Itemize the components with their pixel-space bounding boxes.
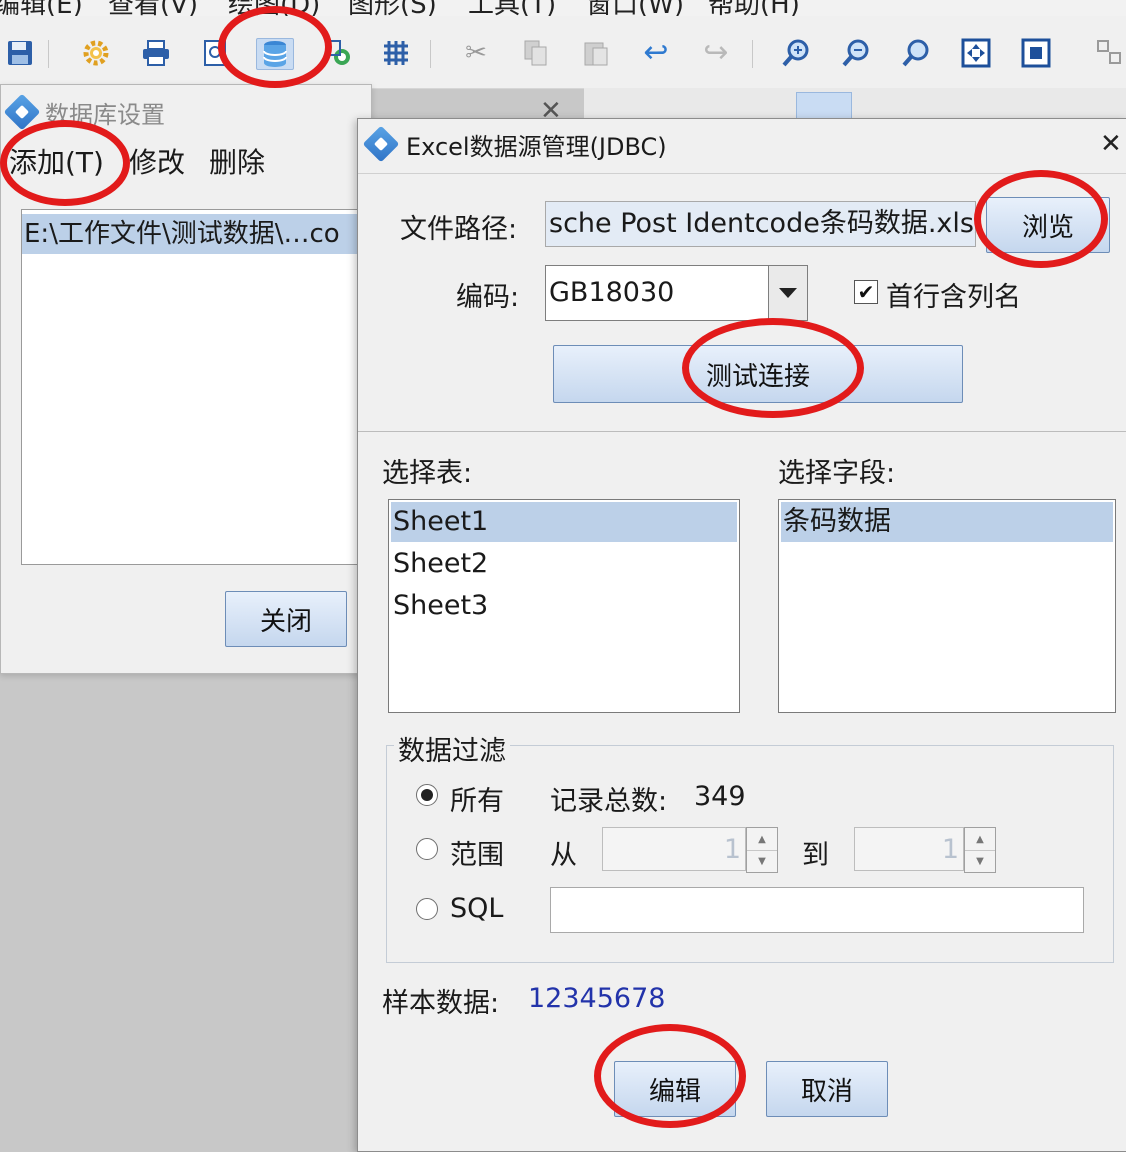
from-stepper[interactable]: ▲ ▼ bbox=[746, 827, 778, 873]
chevron-down-icon[interactable] bbox=[768, 265, 808, 321]
all-radio[interactable] bbox=[416, 784, 438, 806]
field-list[interactable]: 条码数据 bbox=[778, 499, 1116, 713]
select-table-label: 选择表: bbox=[382, 458, 473, 489]
grid-icon[interactable] bbox=[378, 38, 414, 68]
menu-tools[interactable]: 工具(T) bbox=[468, 0, 556, 16]
menu-bar: 编辑(E) 查看(V) 绘图(D) 图形(S) 工具(T) 窗口(W) 帮助(H… bbox=[0, 0, 1126, 16]
chevron-down-icon[interactable]: ▼ bbox=[965, 850, 995, 872]
db-settings-window: 数据库设置 添加(T) 修改 删除 E:\工作文件\测试数据\…co 关闭 bbox=[0, 84, 374, 674]
header-row-checkbox[interactable]: ✔ bbox=[854, 280, 878, 304]
table-item[interactable]: Sheet2 bbox=[391, 544, 737, 584]
from-label: 从 bbox=[550, 840, 577, 871]
header-row-label: 首行含列名 bbox=[886, 282, 1021, 313]
datasource-item[interactable]: E:\工作文件\测试数据\…co bbox=[22, 214, 374, 254]
dialog-close-icon[interactable]: ✕ bbox=[1100, 129, 1122, 159]
table-item[interactable]: Sheet1 bbox=[391, 502, 737, 542]
zoom-out-icon[interactable] bbox=[838, 38, 874, 68]
jdbc-dialog: Excel数据源管理(JDBC) ✕ 文件路径: sche Post Ident… bbox=[357, 118, 1126, 1152]
align-left-icon[interactable] bbox=[796, 92, 852, 120]
cancel-button[interactable]: 取消 bbox=[766, 1061, 888, 1117]
db-settings-title: 数据库设置 bbox=[45, 101, 165, 129]
range-radio[interactable] bbox=[416, 838, 438, 860]
zoom-in-icon[interactable] bbox=[778, 38, 814, 68]
close-button[interactable]: 关闭 bbox=[225, 591, 347, 647]
all-label: 所有 bbox=[450, 786, 504, 817]
to-stepper[interactable]: ▲ ▼ bbox=[964, 827, 996, 873]
encoding-select[interactable]: GB18030 bbox=[545, 265, 772, 321]
add-menu[interactable]: 添加(T) bbox=[9, 141, 104, 181]
file-path-label: 文件路径: bbox=[400, 214, 518, 245]
dialog-app-icon bbox=[362, 125, 400, 163]
edit-button[interactable]: 编辑 bbox=[614, 1061, 736, 1117]
format-toolbar bbox=[584, 88, 1126, 120]
picture-icon[interactable] bbox=[320, 38, 356, 68]
paste-icon[interactable] bbox=[578, 38, 614, 68]
select-field-label: 选择字段: bbox=[778, 458, 896, 489]
dialog-title: Excel数据源管理(JDBC) bbox=[406, 133, 667, 161]
redo-icon[interactable]: ↪ bbox=[698, 38, 734, 68]
menu-help[interactable]: 帮助(H) bbox=[708, 0, 800, 16]
menu-edit[interactable]: 编辑(E) bbox=[0, 0, 83, 16]
range-label: 范围 bbox=[450, 840, 504, 871]
zoom-icon[interactable] bbox=[898, 38, 934, 68]
table-item[interactable]: Sheet3 bbox=[391, 586, 737, 626]
undo-icon[interactable]: ↩ bbox=[638, 38, 674, 68]
encoding-label: 编码: bbox=[456, 282, 520, 313]
database-icon[interactable] bbox=[256, 38, 294, 70]
total-label: 记录总数: bbox=[550, 786, 668, 817]
menu-window[interactable]: 窗口(W) bbox=[586, 0, 684, 16]
menu-shape[interactable]: 图形(S) bbox=[348, 0, 437, 16]
chevron-up-icon[interactable]: ▲ bbox=[965, 828, 995, 851]
sample-data-value: 12345678 bbox=[528, 983, 666, 1014]
table-list[interactable]: Sheet1 Sheet2 Sheet3 bbox=[388, 499, 740, 713]
menu-draw[interactable]: 绘图(D) bbox=[228, 0, 320, 16]
modify-menu[interactable]: 修改 bbox=[129, 141, 185, 181]
to-label: 到 bbox=[802, 840, 829, 871]
test-connection-button[interactable]: 测试连接 bbox=[553, 345, 963, 403]
browse-button[interactable]: 浏览 bbox=[986, 197, 1110, 253]
chevron-up-icon[interactable]: ▲ bbox=[747, 828, 777, 851]
cut-icon[interactable]: ✂ bbox=[458, 38, 494, 68]
group-icon[interactable] bbox=[1092, 38, 1126, 68]
main-toolbar: ✂ ↩ ↪ bbox=[0, 16, 1126, 89]
fit-page-icon[interactable] bbox=[958, 38, 994, 68]
app-icon bbox=[3, 93, 41, 131]
copy-icon[interactable] bbox=[518, 38, 554, 68]
field-item[interactable]: 条码数据 bbox=[781, 502, 1113, 542]
datasource-list[interactable]: E:\工作文件\测试数据\…co bbox=[21, 209, 374, 565]
total-value: 349 bbox=[694, 781, 746, 812]
menu-view[interactable]: 查看(V) bbox=[108, 0, 198, 16]
preview-icon[interactable] bbox=[198, 38, 234, 68]
settings-icon[interactable] bbox=[78, 38, 114, 68]
fit-window-icon[interactable] bbox=[1018, 38, 1054, 68]
sql-input[interactable] bbox=[550, 887, 1084, 933]
chevron-down-icon[interactable]: ▼ bbox=[747, 850, 777, 872]
to-input[interactable]: 1 bbox=[854, 827, 964, 871]
from-input[interactable]: 1 bbox=[602, 827, 746, 871]
sample-data-label: 样本数据: bbox=[382, 988, 500, 1019]
delete-menu[interactable]: 删除 bbox=[209, 141, 265, 181]
data-filter-label: 数据过滤 bbox=[394, 729, 510, 768]
sql-radio[interactable] bbox=[416, 898, 438, 920]
save-icon[interactable] bbox=[2, 38, 38, 68]
sql-label: SQL bbox=[450, 893, 504, 924]
file-path-field[interactable]: sche Post Identcode条码数据.xlsx bbox=[545, 201, 976, 247]
print-icon[interactable] bbox=[138, 38, 174, 68]
